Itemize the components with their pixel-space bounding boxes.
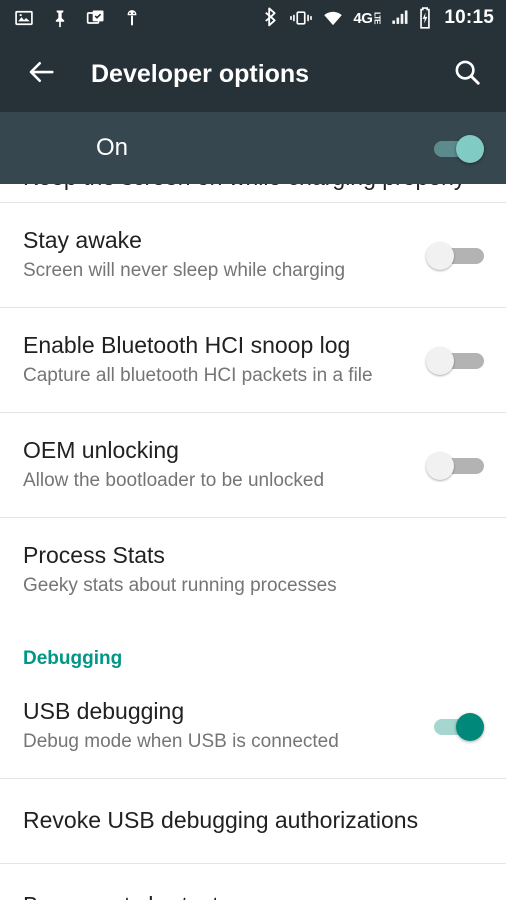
battery-charging-icon xyxy=(418,7,432,29)
status-bar-system-icons: 4G LTE 10:15 xyxy=(262,7,494,29)
toggle-usb-debugging[interactable] xyxy=(426,711,484,741)
settings-list: Keep the screen on while charging proper… xyxy=(0,184,506,900)
setting-row-process-stats[interactable]: Process Stats Geeky stats about running … xyxy=(0,518,506,622)
vibrate-icon xyxy=(289,8,313,28)
clipped-previous-row-text: Keep the screen on while charging proper… xyxy=(23,184,465,191)
master-switch-toggle[interactable] xyxy=(426,133,484,163)
switch-thumb xyxy=(456,713,484,741)
search-icon xyxy=(452,57,482,92)
row-subtitle: Allow the bootloader to be unlocked xyxy=(23,470,325,492)
lte-4g-icon: 4G LTE xyxy=(353,9,382,27)
row-title: USB debugging xyxy=(23,697,185,724)
row-text: USB debugging Debug mode when USB is con… xyxy=(23,698,426,754)
setting-row-usb-debugging[interactable]: USB debugging Debug mode when USB is con… xyxy=(0,674,506,778)
wifi-icon xyxy=(322,8,344,28)
section-header-debugging: Debugging xyxy=(0,622,506,674)
row-title: Process Stats xyxy=(23,541,165,568)
toggle-stay-awake[interactable] xyxy=(426,240,484,270)
switch-thumb xyxy=(426,242,454,270)
setting-row-revoke-usb-debugging-authorizations[interactable]: Revoke USB debugging authorizations xyxy=(0,779,506,863)
row-title: Stay awake xyxy=(23,226,142,253)
row-subtitle: Screen will never sleep while charging xyxy=(23,260,346,282)
pushpin-icon xyxy=(50,8,70,28)
android-bug-icon xyxy=(122,8,142,28)
switch-thumb xyxy=(426,452,454,480)
row-text: Revoke USB debugging authorizations xyxy=(23,807,484,835)
row-title: Revoke USB debugging authorizations xyxy=(23,807,419,834)
setting-row-oem-unlocking[interactable]: OEM unlocking Allow the bootloader to be… xyxy=(0,413,506,517)
row-subtitle: Debug mode when USB is connected xyxy=(23,731,339,753)
android-settings-screen: 4G LTE 10:15 Developer options On Stay a… xyxy=(0,0,506,900)
toggle-bluetooth-hci-snoop-log[interactable] xyxy=(426,345,484,375)
status-bar-clock: 10:15 xyxy=(444,7,494,28)
switch-thumb xyxy=(426,347,454,375)
setting-row-bluetooth-hci-snoop-log[interactable]: Enable Bluetooth HCI snoop log Capture a… xyxy=(0,308,506,412)
search-button[interactable] xyxy=(450,57,484,91)
back-button[interactable] xyxy=(24,57,58,91)
back-arrow-icon xyxy=(26,57,56,92)
row-text: Process Stats Geeky stats about running … xyxy=(23,542,484,598)
image-icon xyxy=(14,8,34,28)
row-subtitle: Geeky stats about running processes xyxy=(23,575,337,597)
clipboard-check-icon xyxy=(86,8,106,28)
switch-thumb xyxy=(456,135,484,163)
row-text: Stay awake Screen will never sleep while… xyxy=(23,227,426,283)
bluetooth-icon xyxy=(262,7,280,29)
page-title: Developer options xyxy=(91,59,310,88)
action-bar: Developer options xyxy=(0,36,506,112)
row-title: Enable Bluetooth HCI snoop log xyxy=(23,331,351,358)
row-title: OEM unlocking xyxy=(23,436,179,463)
lte-4g-label: 4G xyxy=(353,9,373,27)
status-bar: 4G LTE 10:15 xyxy=(0,0,506,36)
master-switch-label: On xyxy=(96,134,129,161)
lte-sub-label: LTE xyxy=(372,11,382,24)
master-switch-row[interactable]: On xyxy=(0,112,506,184)
setting-row-stay-awake[interactable]: Stay awake Screen will never sleep while… xyxy=(0,203,506,307)
row-text: OEM unlocking Allow the bootloader to be… xyxy=(23,437,426,493)
row-text: Enable Bluetooth HCI snoop log Capture a… xyxy=(23,332,426,388)
clipped-previous-row[interactable]: Keep the screen on while charging proper… xyxy=(0,184,506,202)
signal-bars-icon xyxy=(389,8,409,28)
setting-row-bug-report-shortcut[interactable]: Bug report shortcut xyxy=(0,864,506,900)
row-subtitle: Capture all bluetooth HCI packets in a f… xyxy=(23,365,373,387)
row-text: Bug report shortcut xyxy=(23,892,484,900)
row-title: Bug report shortcut xyxy=(23,892,474,900)
toggle-oem-unlocking[interactable] xyxy=(426,450,484,480)
status-bar-notification-icons xyxy=(14,8,142,28)
